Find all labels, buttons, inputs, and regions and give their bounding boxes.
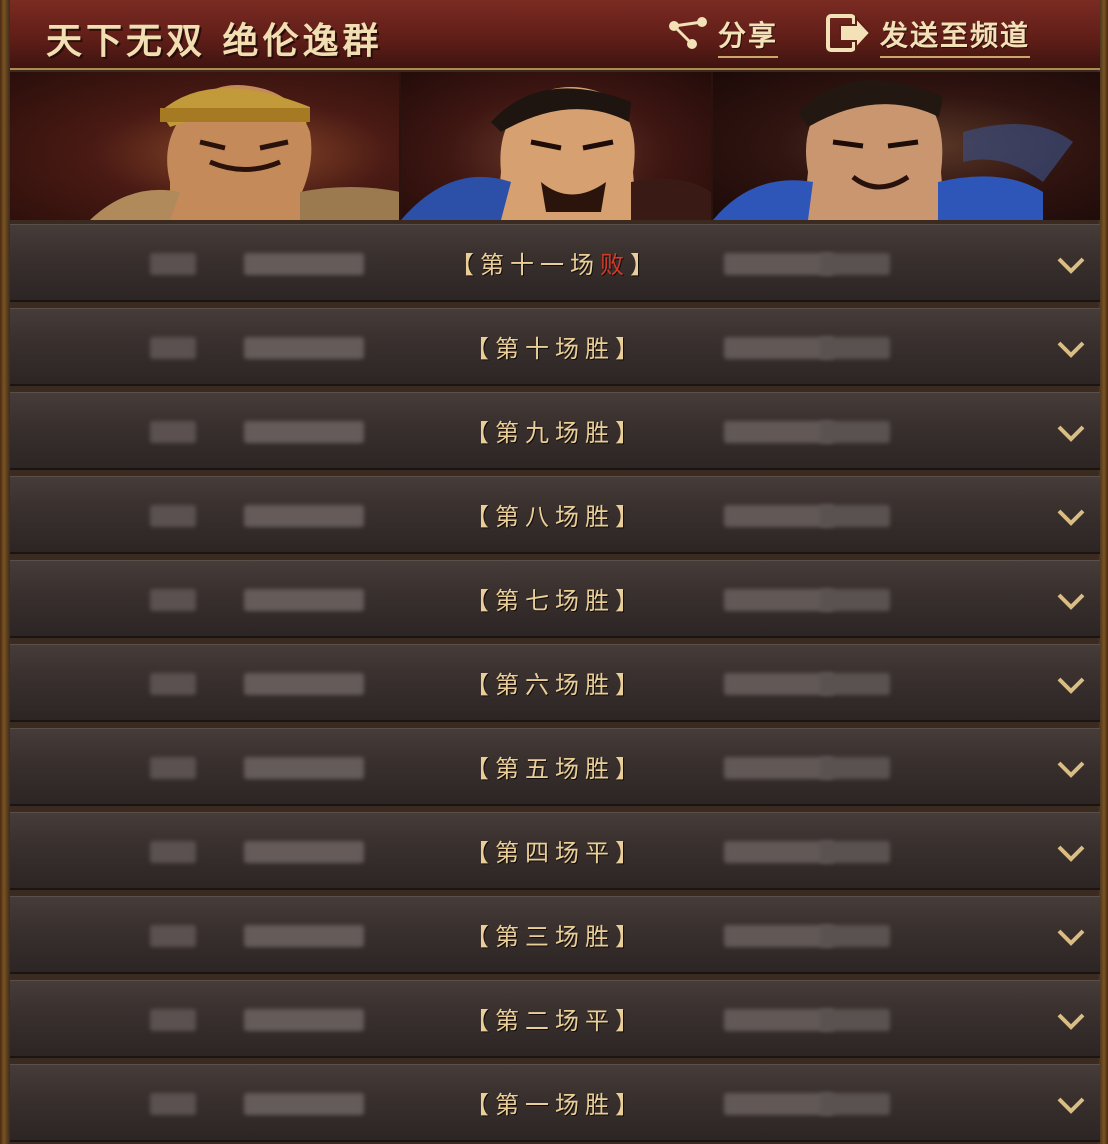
match-label: 【第四场平】 [465, 839, 645, 867]
match-row[interactable]: 【第五场胜】 [10, 728, 1100, 806]
match-row[interactable]: 【第十场胜】 [10, 308, 1100, 386]
match-result: 胜 [585, 671, 615, 699]
general-portrait-2 [401, 72, 713, 220]
send-to-channel-button[interactable]: 发送至频道 [826, 13, 1031, 58]
match-row[interactable]: 【第十一场败】 [10, 224, 1100, 302]
share-button[interactable]: 分享 [666, 14, 779, 58]
match-label: 【第二场平】 [465, 1007, 645, 1035]
match-row[interactable]: 【第一场胜】 [10, 1064, 1100, 1142]
chevron-down-icon[interactable] [1056, 1095, 1086, 1115]
match-row[interactable]: 【第三场胜】 [10, 896, 1100, 974]
general-portrait-3 [712, 72, 1100, 220]
chevron-down-icon[interactable] [1056, 339, 1086, 359]
chevron-down-icon[interactable] [1056, 255, 1086, 275]
match-result: 胜 [585, 923, 615, 951]
match-label: 【第一场胜】 [465, 1091, 645, 1119]
match-result: 平 [585, 1007, 615, 1035]
match-label: 【第十场胜】 [465, 335, 645, 363]
header-bar: 天下无双 绝伦逸群 分享 发送至频道 [10, 0, 1100, 70]
match-label: 【第三场胜】 [465, 923, 645, 951]
match-row[interactable]: 【第八场胜】 [10, 476, 1100, 554]
match-result: 胜 [585, 335, 615, 363]
match-label: 【第八场胜】 [465, 503, 645, 531]
match-label: 【第九场胜】 [465, 419, 645, 447]
chevron-down-icon[interactable] [1056, 423, 1086, 443]
match-result: 平 [585, 839, 615, 867]
send-arrow-icon [826, 13, 872, 60]
match-result: 胜 [585, 587, 615, 615]
match-row[interactable]: 【第二场平】 [10, 980, 1100, 1058]
match-label: 【第六场胜】 [465, 671, 645, 699]
share-icon [666, 16, 710, 57]
chevron-down-icon[interactable] [1056, 675, 1086, 695]
match-label: 【第五场胜】 [465, 755, 645, 783]
share-label: 分享 [718, 14, 779, 58]
send-label: 发送至频道 [880, 14, 1031, 58]
match-row[interactable]: 【第四场平】 [10, 812, 1100, 890]
chevron-down-icon[interactable] [1056, 591, 1086, 611]
match-result: 胜 [585, 503, 615, 531]
match-result: 胜 [585, 1091, 615, 1119]
chevron-down-icon[interactable] [1056, 927, 1086, 947]
match-result: 胜 [585, 755, 615, 783]
chevron-down-icon[interactable] [1056, 1011, 1086, 1031]
match-result: 败 [600, 251, 630, 279]
page-title: 天下无双 绝伦逸群 [46, 20, 383, 62]
chevron-down-icon[interactable] [1056, 759, 1086, 779]
match-row[interactable]: 【第九场胜】 [10, 392, 1100, 470]
match-row[interactable]: 【第七场胜】 [10, 560, 1100, 638]
match-label: 【第七场胜】 [465, 587, 645, 615]
general-portrait-1 [10, 72, 402, 220]
match-result: 胜 [585, 419, 615, 447]
chevron-down-icon[interactable] [1056, 843, 1086, 863]
portrait-strip [10, 72, 1100, 220]
match-label: 【第十一场败】 [450, 251, 660, 279]
match-row[interactable]: 【第六场胜】 [10, 644, 1100, 722]
chevron-down-icon[interactable] [1056, 507, 1086, 527]
